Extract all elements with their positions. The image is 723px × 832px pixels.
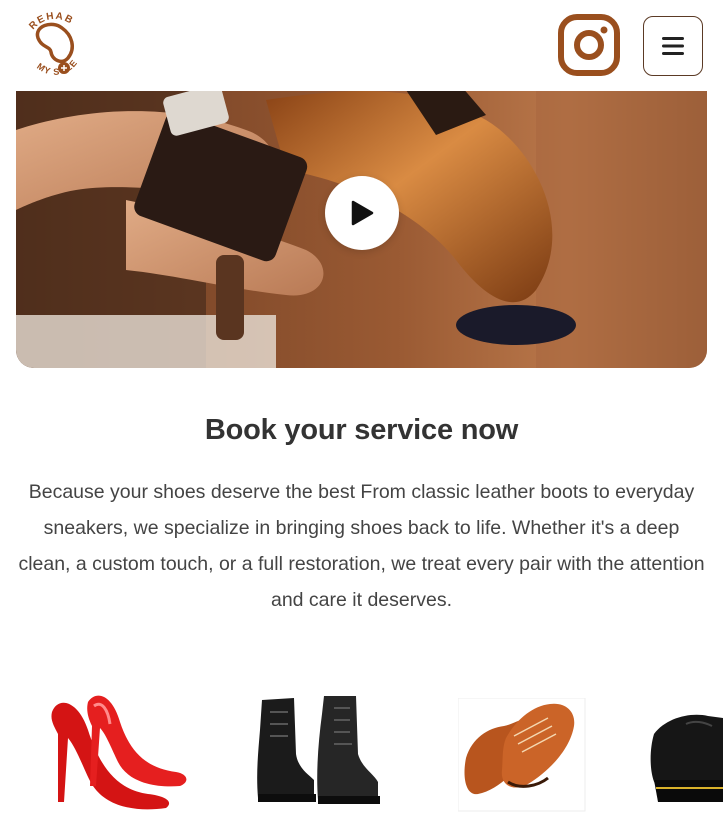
product-brown-leather-oxfords[interactable] xyxy=(458,698,586,812)
instagram-icon xyxy=(558,14,620,76)
product-black-combat-boots[interactable] xyxy=(254,694,382,806)
hamburger-menu-icon xyxy=(662,37,684,55)
play-button[interactable] xyxy=(325,176,399,250)
instagram-link[interactable] xyxy=(558,14,620,76)
section-description: Because your shoes deserve the best From… xyxy=(18,481,705,611)
rehab-my-sole-logo[interactable]: REHAB MY SOLE xyxy=(18,8,92,84)
site-header: REHAB MY SOLE xyxy=(0,0,723,91)
product-red-high-heels[interactable] xyxy=(48,690,188,812)
play-icon xyxy=(351,200,374,226)
logo-text-top: REHAB xyxy=(27,11,74,32)
svg-text:REHAB: REHAB xyxy=(27,11,75,32)
promo-video[interactable] xyxy=(16,60,707,368)
menu-button[interactable] xyxy=(643,16,703,76)
section-title: Book your service now xyxy=(204,414,519,446)
product-black-platform-shoes[interactable] xyxy=(646,704,723,804)
